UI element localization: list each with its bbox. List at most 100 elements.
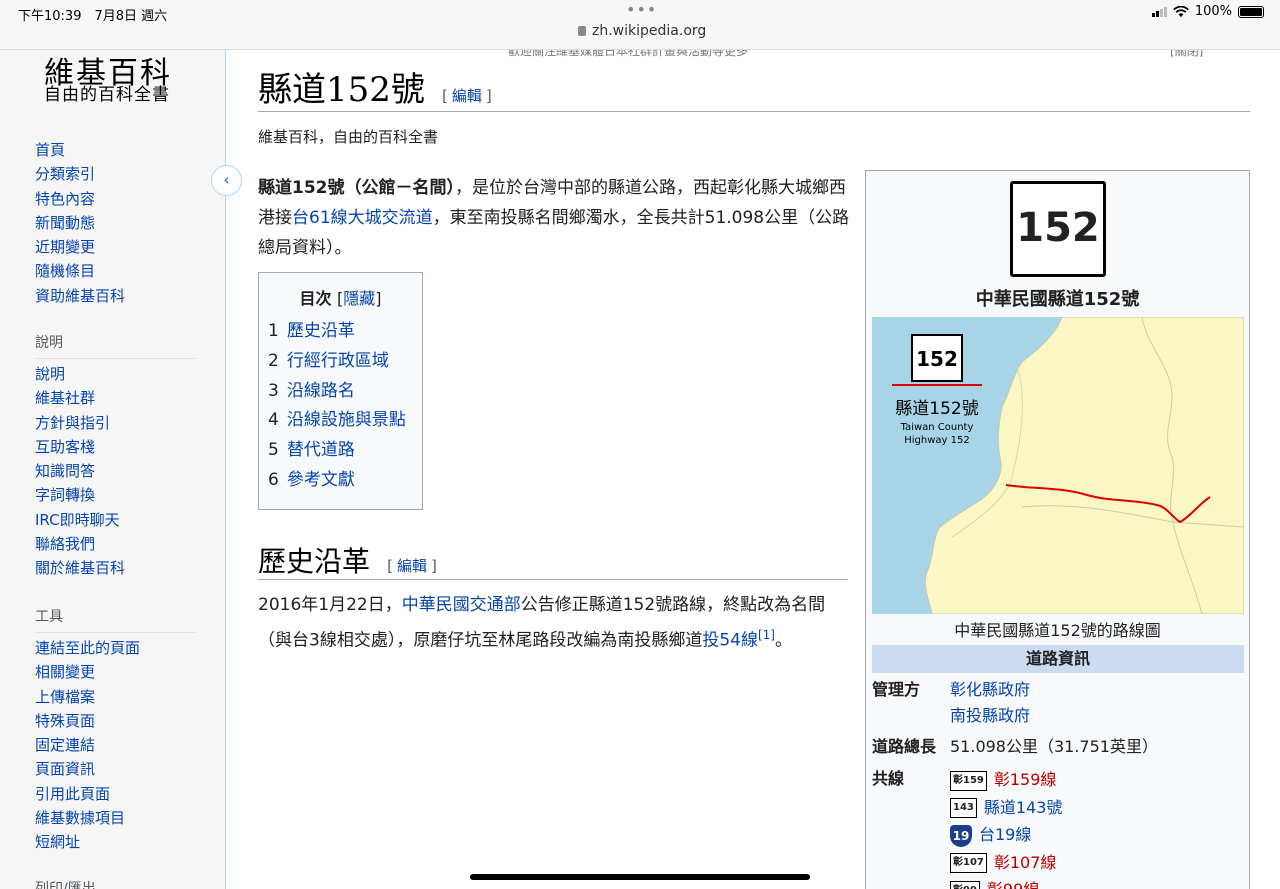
collapse-sidebar-button[interactable]: ‹ [211, 165, 242, 196]
route-badge-icon: 彰99 [950, 880, 980, 889]
sidebar-item-tool[interactable]: 相關變更 [35, 660, 140, 684]
highway-shield-icon: 19 [950, 824, 972, 847]
toc-title: 目次 [隱藏] [268, 285, 413, 309]
sidebar-item-nav[interactable]: 分類索引 [35, 162, 125, 186]
link-tai61[interactable]: 台61線大城交流道 [292, 208, 433, 228]
battery-icon [1238, 5, 1264, 18]
edit-link[interactable]: 編輯 [452, 87, 482, 105]
sidebar-item-tool[interactable]: 維基數據項目 [35, 806, 140, 830]
cellular-signal-icon [1151, 6, 1167, 17]
sidebar-heading-tools: 工具 [35, 606, 195, 633]
toc-number: 6 [268, 469, 279, 490]
para-text: 。 [774, 630, 792, 651]
sidebar-item-tool[interactable]: 上傳檔案 [35, 685, 140, 709]
sidebar-item-help[interactable]: 知識問答 [35, 459, 125, 483]
route-badge-icon: 彰107 [950, 853, 987, 873]
sidebar-item-help[interactable]: 關於維基百科 [35, 556, 125, 580]
history-paragraph: 2016年1月22日，中華民國交通部公告修正縣道152號路線，終點改為名間（與台… [258, 590, 843, 656]
map-label-en1: Taiwan County [900, 422, 974, 433]
concurrent-link[interactable]: 彰107線 [994, 853, 1057, 872]
concurrent-item[interactable]: 19 台19線 [950, 821, 1062, 849]
section-heading-history: 歷史沿革 [編輯] [258, 540, 848, 580]
wifi-icon [1173, 5, 1189, 17]
sidebar-item-nav[interactable]: 資助維基百科 [35, 284, 125, 308]
map-label-zh: 縣道152號 [895, 399, 978, 419]
sidebar-item-nav[interactable]: 新聞動態 [35, 211, 125, 235]
toc-item[interactable]: 6 參考文獻 [268, 466, 413, 496]
para-text: 2016年1月22日， [258, 595, 402, 615]
sidebar-item-nav[interactable]: 特色內容 [35, 187, 125, 211]
admin-link[interactable]: 彰化縣政府 [950, 680, 1030, 699]
toc-link[interactable]: 替代道路 [287, 440, 355, 460]
route-shield[interactable]: 152 [1010, 181, 1106, 277]
address-bar[interactable]: zh.wikipedia.org [578, 23, 706, 39]
infobox-title: 中華民國縣道152號 [975, 289, 1140, 310]
route-map[interactable]: 152 縣道152號 Taiwan County Highway 152 [872, 317, 1244, 614]
link-moc[interactable]: 中華民國交通部 [402, 595, 521, 615]
toc-item[interactable]: 3 沿線路名 [268, 377, 413, 407]
sidebar-item-nav[interactable]: 近期變更 [35, 235, 125, 259]
toc-number: 5 [268, 440, 279, 461]
toc-link[interactable]: 行經行政區域 [287, 351, 389, 371]
infobox-label: 道路總長 [872, 737, 937, 756]
page-title: 縣道152號 [258, 70, 425, 110]
sidebar-item-nav[interactable]: 隨機條目 [35, 259, 125, 283]
lead-paragraph: 縣道152號（公館－名間），是位於台灣中部的縣道公路，西起彰化縣大城鄉西港接台6… [258, 173, 850, 263]
sidebar-item-help[interactable]: IRC即時聊天 [35, 508, 125, 532]
concurrent-item[interactable]: 彰99 彰99線 [950, 876, 1062, 889]
table-of-contents: 目次 [隱藏] 1 歷史沿革 2 行經行政區域 3 沿線路名 4 沿線設施與景點 5 替代… [258, 272, 423, 510]
toc-item[interactable]: 5 替代道路 [268, 436, 413, 466]
toc-link[interactable]: 沿線路名 [287, 381, 355, 401]
sidebar-item-tool[interactable]: 引用此頁面 [35, 782, 140, 806]
edit-section-link: [編輯] [442, 87, 492, 105]
toc-hide-link[interactable]: 隱藏 [343, 289, 375, 308]
toc-link[interactable]: 參考文獻 [287, 470, 355, 490]
toc-number: 3 [268, 380, 279, 401]
concurrent-item[interactable]: 彰159 彰159線 [950, 766, 1062, 794]
edit-link[interactable]: 編輯 [397, 557, 427, 575]
sidebar-item-help[interactable]: 維基社群 [35, 386, 125, 410]
sidebar-heading-print: 列印/匯出 [35, 881, 96, 889]
sidebar-item-tool[interactable]: 短網址 [35, 830, 140, 854]
toc-item[interactable]: 4 沿線設施與景點 [268, 406, 413, 436]
sidebar-item-tool[interactable]: 特殊頁面 [35, 709, 140, 733]
concurrent-item[interactable]: 143 縣道143號 [950, 794, 1062, 822]
toc-link[interactable]: 沿線設施與景點 [287, 410, 406, 430]
sidebar-item-help[interactable]: 方針與指引 [35, 411, 125, 435]
infobox-label: 管理方 [872, 680, 921, 699]
sidebar-heading-help: 說明 [35, 332, 195, 359]
link-tou54[interactable]: 投54線 [702, 631, 758, 651]
page-title-bar: 縣道152號 [編輯] [258, 62, 1250, 112]
infobox-value: 彰化縣政府 南投縣政府 [950, 677, 1030, 729]
chevron-left-icon: ‹ [223, 170, 230, 189]
sidebar-item-help[interactable]: 互助客棧 [35, 435, 125, 459]
toc-heading: 目次 [299, 289, 332, 308]
reference-link[interactable]: [1] [758, 628, 775, 642]
sidebar-item-tool[interactable]: 固定連結 [35, 733, 140, 757]
home-indicator[interactable] [470, 874, 810, 880]
infobox-value: 51.098公里（31.751英里） [950, 737, 1158, 756]
infobox-section-header: 道路資訊 [872, 645, 1244, 673]
toc-item[interactable]: 2 行經行政區域 [268, 347, 413, 377]
sidebar-item-nav[interactable]: 首頁 [35, 138, 125, 162]
toc-toggle: [隱藏] [337, 289, 382, 308]
sidebar-item-tool[interactable]: 連結至此的頁面 [35, 636, 140, 660]
sidebar-tools: 連結至此的頁面 相關變更 上傳檔案 特殊頁面 固定連結 頁面資訊 引用此頁面 維… [35, 636, 140, 855]
concurrent-item[interactable]: 彰107 彰107線 [950, 849, 1062, 877]
toc-item[interactable]: 1 歷史沿革 [268, 317, 413, 347]
section-heading: 歷史沿革 [258, 545, 371, 578]
sidebar-item-help[interactable]: 字詞轉換 [35, 483, 125, 507]
concurrent-link[interactable]: 彰99線 [987, 880, 1039, 889]
sidebar-item-help[interactable]: 聯絡我們 [35, 532, 125, 556]
route-badge-icon: 彰159 [950, 770, 987, 791]
sidebar-item-tool[interactable]: 頁面資訊 [35, 757, 140, 781]
concurrent-link[interactable]: 台19線 [979, 825, 1031, 844]
sidebar-item-help[interactable]: 說明 [35, 362, 125, 386]
tab-dots-menu[interactable]: ••• [626, 0, 657, 19]
sidebar-help: 說明 維基社群 方針與指引 互助客棧 知識問答 字詞轉換 IRC即時聊天 聯絡我… [35, 362, 125, 581]
concurrent-link[interactable]: 彰159線 [994, 770, 1057, 789]
admin-link[interactable]: 南投縣政府 [950, 706, 1030, 725]
map-caption: 中華民國縣道152號的路線圖 [954, 621, 1161, 640]
concurrent-link[interactable]: 縣道143號 [984, 798, 1063, 817]
toc-link[interactable]: 歷史沿革 [287, 321, 355, 341]
